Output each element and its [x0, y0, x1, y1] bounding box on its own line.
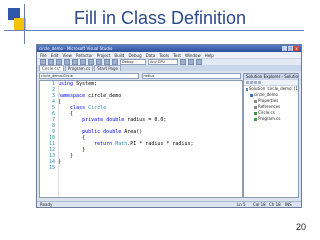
status-column: Col 18 — [253, 202, 266, 207]
code-keyword: namespace — [58, 93, 86, 99]
window-title: circle_demo - Microsoft Visual Studio — [39, 46, 113, 51]
properties-icon[interactable] — [196, 59, 202, 65]
code-keyword: private — [82, 117, 104, 123]
tree-item[interactable]: Program.cs — [244, 116, 298, 122]
types-dropdown[interactable]: circle_demo.Circle — [39, 73, 139, 79]
menu-edit[interactable]: Edit — [51, 53, 59, 58]
navigation-bar: circle_demo.Circle radius — [39, 73, 241, 79]
tree-item-icon — [250, 93, 253, 97]
code-keyword: double — [103, 129, 122, 135]
solution-explorer: Solution Explorer - Solution 'circle_dem… — [243, 73, 299, 198]
show-all-files-icon[interactable] — [250, 81, 253, 84]
code-keyword: return — [94, 141, 113, 147]
code-editor[interactable]: 1 using System; 2 3 namespace circle_demo 4{5… — [39, 80, 243, 198]
standard-toolbar: Debug Any CPU — [37, 58, 301, 65]
refresh-icon[interactable] — [254, 81, 257, 84]
solution-explorer-icon[interactable] — [188, 59, 194, 65]
menu-debug[interactable]: Debug — [128, 53, 141, 58]
code-type: Math — [115, 141, 128, 147]
properties-button-icon[interactable] — [246, 81, 249, 84]
menu-help[interactable]: Help — [205, 53, 214, 58]
status-line: Ln 5 — [237, 202, 246, 207]
members-dropdown[interactable]: radius — [141, 73, 241, 79]
code-keyword: using — [58, 81, 74, 87]
solution-configuration-select[interactable]: Debug — [120, 59, 146, 65]
tree-item-icon — [254, 111, 257, 115]
window-titlebar: circle_demo - Microsoft Visual Studio _ … — [37, 45, 301, 52]
menu-view[interactable]: View — [62, 53, 72, 58]
status-text: Ready — [40, 202, 53, 207]
visual-studio-window: circle_demo - Microsoft Visual Studio _ … — [36, 44, 302, 208]
code-line: 15 — [40, 165, 242, 171]
tree-item-label: Program.cs — [258, 116, 281, 121]
tree-item-icon — [246, 87, 248, 91]
page-number: 20 — [295, 222, 306, 232]
code-keyword: double — [106, 117, 125, 123]
code-text: Area() — [121, 129, 143, 135]
view-code-icon[interactable] — [258, 81, 261, 84]
minimize-button[interactable]: _ — [282, 46, 287, 51]
maximize-button[interactable]: □ — [288, 46, 293, 51]
solution-tree: Solution 'circle_demo' (1 circle_demo Prop… — [244, 86, 298, 122]
menu-tools[interactable]: Tools — [159, 53, 169, 58]
menu-file[interactable]: File — [40, 53, 47, 58]
menu-window[interactable]: Window — [185, 53, 201, 58]
code-text: System; — [73, 81, 98, 87]
window-controls: _ □ x — [282, 46, 299, 51]
status-mode: INS — [285, 202, 292, 207]
solution-explorer-header: Solution Explorer - Solution 'circle_dem… — [244, 74, 298, 80]
close-button[interactable]: x — [294, 46, 299, 51]
menu-refactor[interactable]: Refactor — [76, 53, 93, 58]
code-text: .PI * radius * radius; — [127, 141, 194, 147]
menu-test[interactable]: Test — [173, 53, 181, 58]
tree-item-icon — [254, 99, 257, 103]
line-number: 15 — [48, 165, 55, 171]
tab-start-page[interactable]: Start Page — [94, 65, 121, 71]
code-text: circle_demo — [85, 93, 122, 99]
decorative-horizontal-line — [4, 30, 304, 31]
solution-platform-select[interactable]: Any CPU — [148, 59, 178, 65]
tree-item-icon — [254, 117, 257, 121]
tab-program-cs[interactable]: Program.cs — [64, 65, 94, 71]
menu-build[interactable]: Build — [114, 53, 124, 58]
code-type: Circle — [88, 105, 107, 111]
status-char: Ch 18 — [269, 202, 281, 207]
menu-project[interactable]: Project — [97, 53, 111, 58]
status-bar: Ready Ln 5 Col 18 Ch 18 INS — [37, 201, 301, 207]
document-tabs: Circle.cs* Program.cs Start Page — [37, 65, 301, 71]
menu-data[interactable]: Data — [146, 53, 156, 58]
editor-margin — [58, 81, 59, 197]
slide-title: Fill in Class Definition — [73, 8, 247, 28]
tab-circle-cs[interactable]: Circle.cs* — [39, 65, 64, 71]
find-icon[interactable] — [180, 59, 186, 65]
code-lines: 1 using System; 2 3 namespace circle_demo 4{5… — [40, 81, 242, 171]
tree-item-icon — [254, 105, 257, 109]
code-text: radius = 0.0; — [124, 117, 167, 123]
